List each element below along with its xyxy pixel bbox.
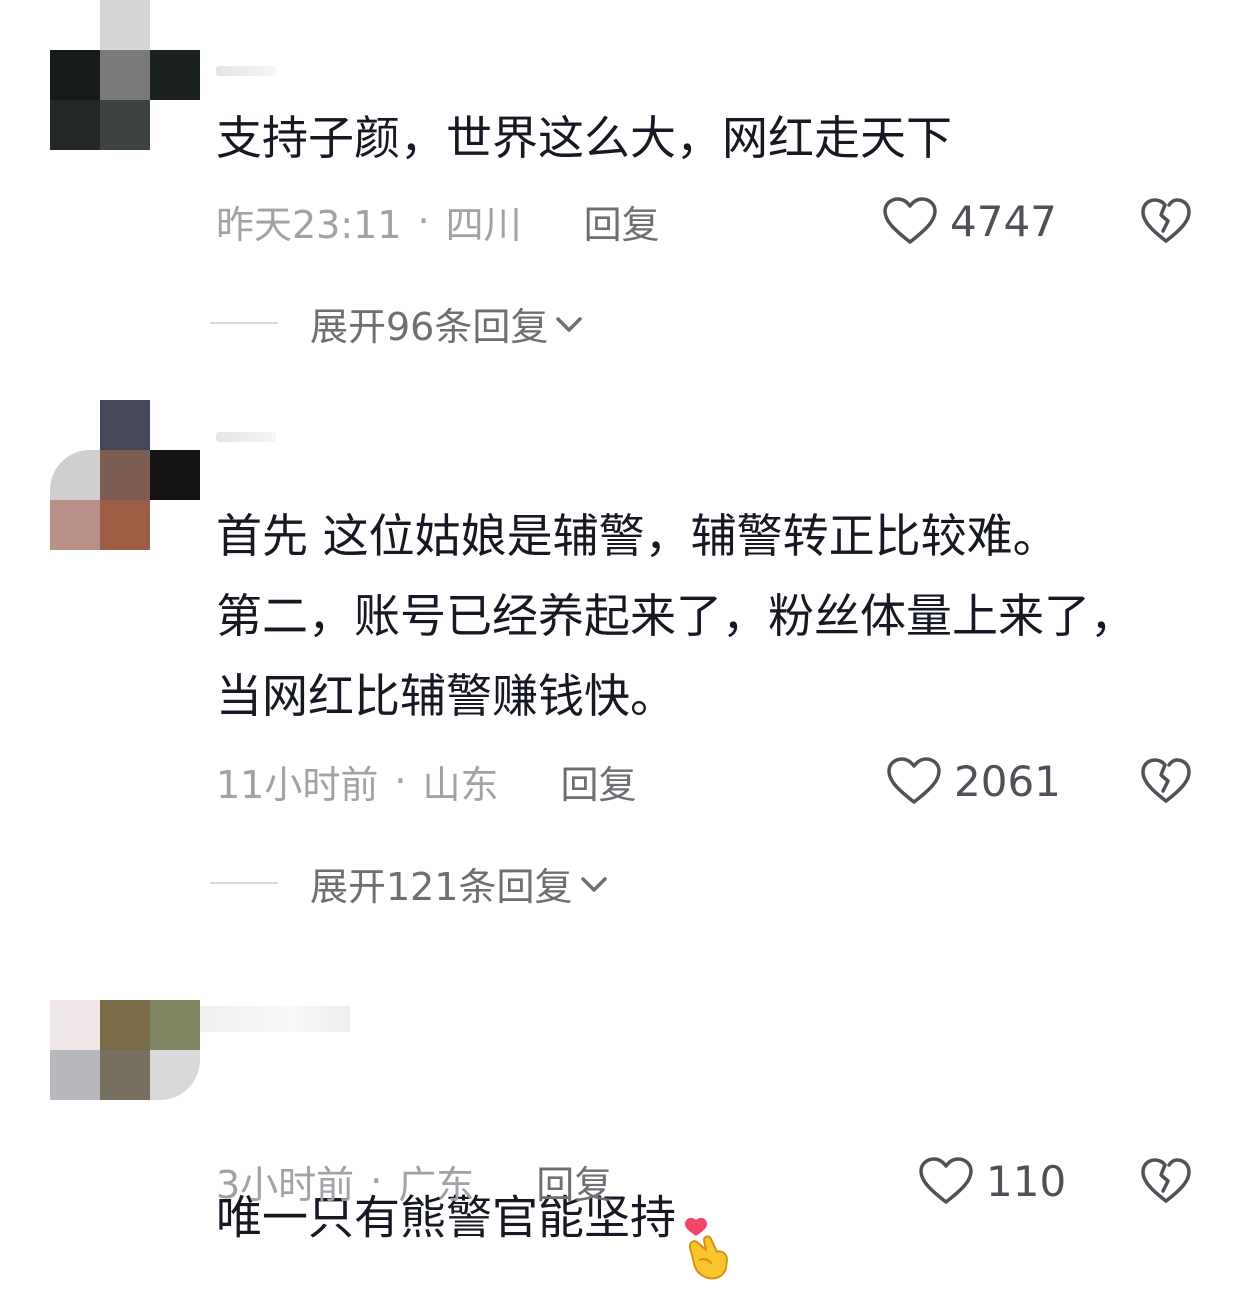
comment-text: 首先 这位姑娘是辅警，辅警转正比较难。 第二，账号已经养起来了，粉丝体量上来了，…	[216, 509, 1136, 723]
comment-location: 山东	[422, 762, 499, 807]
like-count: 110	[986, 1156, 1067, 1206]
comment-time: 11小时前	[216, 762, 379, 807]
comment-text: 支持子颜，世界这么大，网红走天下	[216, 111, 952, 165]
like-button[interactable]: 110	[918, 1156, 1066, 1206]
broken-heart-icon	[1140, 757, 1192, 805]
finger-heart-emoji	[680, 1136, 736, 1306]
like-button[interactable]: 4747	[882, 196, 1057, 246]
dislike-button[interactable]	[1138, 196, 1194, 246]
divider-line	[210, 882, 278, 884]
username-blurred[interactable]	[216, 432, 276, 442]
meta-separator: ·	[394, 759, 407, 803]
reply-button[interactable]: 回复	[560, 754, 636, 809]
meta-separator: ·	[417, 199, 430, 243]
heart-outline-icon	[918, 1156, 974, 1206]
broken-heart-icon	[1140, 1157, 1192, 1205]
like-count: 4747	[950, 196, 1057, 246]
avatar[interactable]	[50, 400, 200, 550]
like-count: 2061	[954, 756, 1061, 806]
heart-outline-icon	[882, 196, 938, 246]
comment-meta: 11小时前 · 山东 回复	[216, 754, 636, 809]
username-blurred[interactable]	[200, 1006, 350, 1032]
comment-time: 3小时前	[216, 1162, 355, 1207]
like-button[interactable]: 2061	[886, 756, 1061, 806]
expand-replies-label: 展开121条回复	[310, 864, 573, 909]
reply-button[interactable]: 回复	[584, 194, 660, 249]
dislike-button[interactable]	[1138, 1156, 1194, 1206]
comment-location: 四川	[445, 202, 522, 247]
chevron-down-icon	[579, 861, 609, 905]
comment-time: 昨天23:11	[216, 202, 402, 247]
divider-line	[210, 322, 278, 324]
comment-meta: 昨天23:11 · 四川 回复	[216, 194, 660, 249]
expand-replies-label: 展开96条回复	[310, 304, 549, 349]
meta-separator: ·	[370, 1159, 383, 1203]
comment-location: 广东	[398, 1162, 475, 1207]
expand-replies-button[interactable]: 展开96条回复	[210, 298, 584, 349]
dislike-button[interactable]	[1138, 756, 1194, 806]
chevron-down-icon	[554, 301, 584, 345]
expand-replies-button[interactable]: 展开121条回复	[210, 858, 609, 909]
heart-outline-icon	[886, 756, 942, 806]
broken-heart-icon	[1140, 197, 1192, 245]
reply-button[interactable]: 回复	[536, 1154, 612, 1209]
avatar[interactable]	[50, 0, 200, 150]
avatar[interactable]	[50, 1000, 200, 1150]
username-blurred[interactable]	[216, 66, 276, 76]
comment-meta: 3小时前 · 广东 回复	[216, 1154, 612, 1209]
